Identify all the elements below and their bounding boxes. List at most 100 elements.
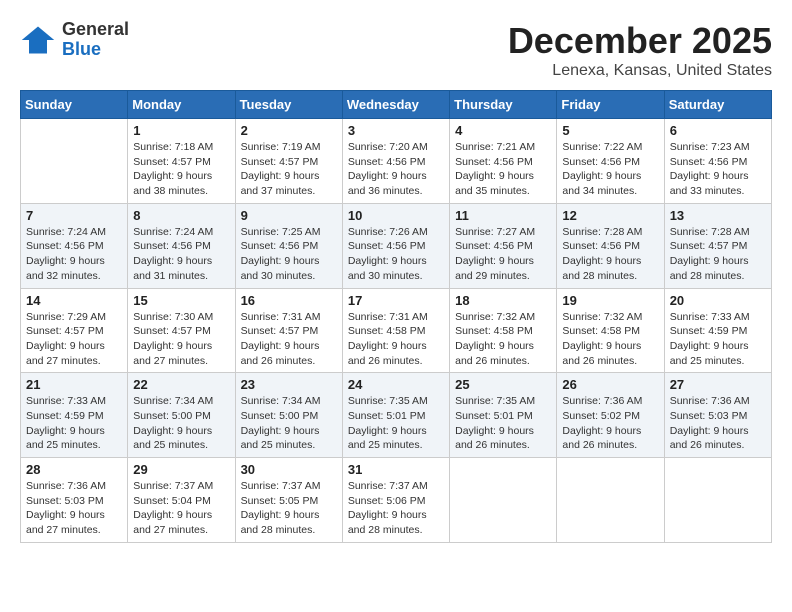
week-row-4: 21 Sunrise: 7:33 AM Sunset: 4:59 PM Dayli… [21,373,772,458]
logo-text: General Blue [62,20,129,60]
day-number: 30 [241,462,337,477]
day-number: 13 [670,208,766,223]
day-number: 17 [348,293,444,308]
day-info: Sunrise: 7:37 AM Sunset: 5:04 PM Dayligh… [133,479,229,538]
calendar-cell: 30 Sunrise: 7:37 AM Sunset: 5:05 PM Dayli… [235,458,342,543]
weekday-header-monday: Monday [128,91,235,119]
calendar-cell: 13 Sunrise: 7:28 AM Sunset: 4:57 PM Dayli… [664,203,771,288]
day-number: 8 [133,208,229,223]
calendar-cell: 17 Sunrise: 7:31 AM Sunset: 4:58 PM Dayli… [342,288,449,373]
day-info: Sunrise: 7:21 AM Sunset: 4:56 PM Dayligh… [455,140,551,199]
day-number: 23 [241,377,337,392]
calendar-cell: 8 Sunrise: 7:24 AM Sunset: 4:56 PM Daylig… [128,203,235,288]
calendar-cell: 3Sunrise: 7:20 AM Sunset: 4:56 PM Daylig… [342,119,449,204]
day-info: Sunrise: 7:33 AM Sunset: 4:59 PM Dayligh… [26,394,122,453]
weekday-header-row: SundayMondayTuesdayWednesdayThursdayFrid… [21,91,772,119]
day-number: 24 [348,377,444,392]
day-info: Sunrise: 7:32 AM Sunset: 4:58 PM Dayligh… [455,310,551,369]
calendar-cell: 26 Sunrise: 7:36 AM Sunset: 5:02 PM Dayli… [557,373,664,458]
day-info: Sunrise: 7:37 AM Sunset: 5:05 PM Dayligh… [241,479,337,538]
day-info: Sunrise: 7:34 AM Sunset: 5:00 PM Dayligh… [133,394,229,453]
calendar-cell: 9 Sunrise: 7:25 AM Sunset: 4:56 PM Daylig… [235,203,342,288]
calendar-cell: 12 Sunrise: 7:28 AM Sunset: 4:56 PM Dayli… [557,203,664,288]
day-info: Sunrise: 7:35 AM Sunset: 5:01 PM Dayligh… [348,394,444,453]
day-info: Sunrise: 7:33 AM Sunset: 4:59 PM Dayligh… [670,310,766,369]
weekday-header-wednesday: Wednesday [342,91,449,119]
day-info: Sunrise: 7:36 AM Sunset: 5:02 PM Dayligh… [562,394,658,453]
calendar-cell [21,119,128,204]
month-title: December 2025 [508,20,772,62]
calendar-table: SundayMondayTuesdayWednesdayThursdayFrid… [20,90,772,543]
day-info: Sunrise: 7:18 AM Sunset: 4:57 PM Dayligh… [133,140,229,199]
day-info: Sunrise: 7:31 AM Sunset: 4:58 PM Dayligh… [348,310,444,369]
day-info: Sunrise: 7:22 AM Sunset: 4:56 PM Dayligh… [562,140,658,199]
day-number: 27 [670,377,766,392]
day-number: 5 [562,123,658,138]
week-row-3: 14 Sunrise: 7:29 AM Sunset: 4:57 PM Dayli… [21,288,772,373]
calendar-cell: 11 Sunrise: 7:27 AM Sunset: 4:56 PM Dayli… [450,203,557,288]
calendar-cell: 7Sunrise: 7:24 AM Sunset: 4:56 PM Daylig… [21,203,128,288]
day-info: Sunrise: 7:35 AM Sunset: 5:01 PM Dayligh… [455,394,551,453]
weekday-header-thursday: Thursday [450,91,557,119]
week-row-2: 7 Sunrise: 7:24 AM Sunset: 4:56 PM Daylig… [21,203,772,288]
weekday-header-tuesday: Tuesday [235,91,342,119]
day-number: 14 [26,293,122,308]
day-number: 9 [241,208,337,223]
day-number: 16 [241,293,337,308]
calendar-cell: 22 Sunrise: 7:34 AM Sunset: 5:00 PM Dayli… [128,373,235,458]
calendar-cell [557,458,664,543]
calendar-cell: 20 Sunrise: 7:33 AM Sunset: 4:59 PM Dayli… [664,288,771,373]
weekday-header-friday: Friday [557,91,664,119]
calendar-cell: 15Sunrise: 7:30 AM Sunset: 4:57 PM Dayli… [128,288,235,373]
calendar-cell: 2Sunrise: 7:19 AM Sunset: 4:57 PM Daylig… [235,119,342,204]
day-number: 11 [455,208,551,223]
day-info: Sunrise: 7:37 AM Sunset: 5:06 PM Dayligh… [348,479,444,538]
logo: General Blue [20,20,129,60]
logo-blue-text: Blue [62,40,129,60]
day-number: 12 [562,208,658,223]
day-info: Sunrise: 7:28 AM Sunset: 4:57 PM Dayligh… [670,225,766,284]
day-info: Sunrise: 7:19 AM Sunset: 4:57 PM Dayligh… [241,140,337,199]
day-info: Sunrise: 7:24 AM Sunset: 4:56 PM Dayligh… [133,225,229,284]
calendar-cell: 23 Sunrise: 7:34 AM Sunset: 5:00 PM Dayli… [235,373,342,458]
calendar-cell: 21 Sunrise: 7:33 AM Sunset: 4:59 PM Dayli… [21,373,128,458]
weekday-header-saturday: Saturday [664,91,771,119]
day-info: Sunrise: 7:28 AM Sunset: 4:56 PM Dayligh… [562,225,658,284]
calendar-cell [450,458,557,543]
day-info: Sunrise: 7:25 AM Sunset: 4:56 PM Dayligh… [241,225,337,284]
day-number: 10 [348,208,444,223]
logo-general-text: General [62,20,129,40]
calendar-cell: 6Sunrise: 7:23 AM Sunset: 4:56 PM Daylig… [664,119,771,204]
week-row-1: 1Sunrise: 7:18 AM Sunset: 4:57 PM Daylig… [21,119,772,204]
week-row-5: 28Sunrise: 7:36 AM Sunset: 5:03 PM Dayli… [21,458,772,543]
calendar-cell: 10Sunrise: 7:26 AM Sunset: 4:56 PM Dayli… [342,203,449,288]
day-number: 7 [26,208,122,223]
logo-icon [20,22,56,58]
calendar-cell: 5 Sunrise: 7:22 AM Sunset: 4:56 PM Daylig… [557,119,664,204]
day-info: Sunrise: 7:29 AM Sunset: 4:57 PM Dayligh… [26,310,122,369]
calendar-cell: 25 Sunrise: 7:35 AM Sunset: 5:01 PM Dayli… [450,373,557,458]
day-number: 4 [455,123,551,138]
day-info: Sunrise: 7:36 AM Sunset: 5:03 PM Dayligh… [670,394,766,453]
calendar-cell: 1Sunrise: 7:18 AM Sunset: 4:57 PM Daylig… [128,119,235,204]
day-number: 15 [133,293,229,308]
day-info: Sunrise: 7:27 AM Sunset: 4:56 PM Dayligh… [455,225,551,284]
day-number: 18 [455,293,551,308]
calendar-cell: 4 Sunrise: 7:21 AM Sunset: 4:56 PM Daylig… [450,119,557,204]
day-number: 25 [455,377,551,392]
day-info: Sunrise: 7:20 AM Sunset: 4:56 PM Dayligh… [348,140,444,199]
day-number: 29 [133,462,229,477]
calendar-cell [664,458,771,543]
day-info: Sunrise: 7:34 AM Sunset: 5:00 PM Dayligh… [241,394,337,453]
day-number: 20 [670,293,766,308]
day-number: 21 [26,377,122,392]
day-number: 22 [133,377,229,392]
title-block: December 2025 Lenexa, Kansas, United Sta… [508,20,772,80]
calendar-cell: 16Sunrise: 7:31 AM Sunset: 4:57 PM Dayli… [235,288,342,373]
day-number: 6 [670,123,766,138]
calendar-cell: 29 Sunrise: 7:37 AM Sunset: 5:04 PM Dayli… [128,458,235,543]
calendar-cell: 14 Sunrise: 7:29 AM Sunset: 4:57 PM Dayli… [21,288,128,373]
day-number: 26 [562,377,658,392]
day-info: Sunrise: 7:36 AM Sunset: 5:03 PM Dayligh… [26,479,122,538]
calendar-cell: 18 Sunrise: 7:32 AM Sunset: 4:58 PM Dayli… [450,288,557,373]
